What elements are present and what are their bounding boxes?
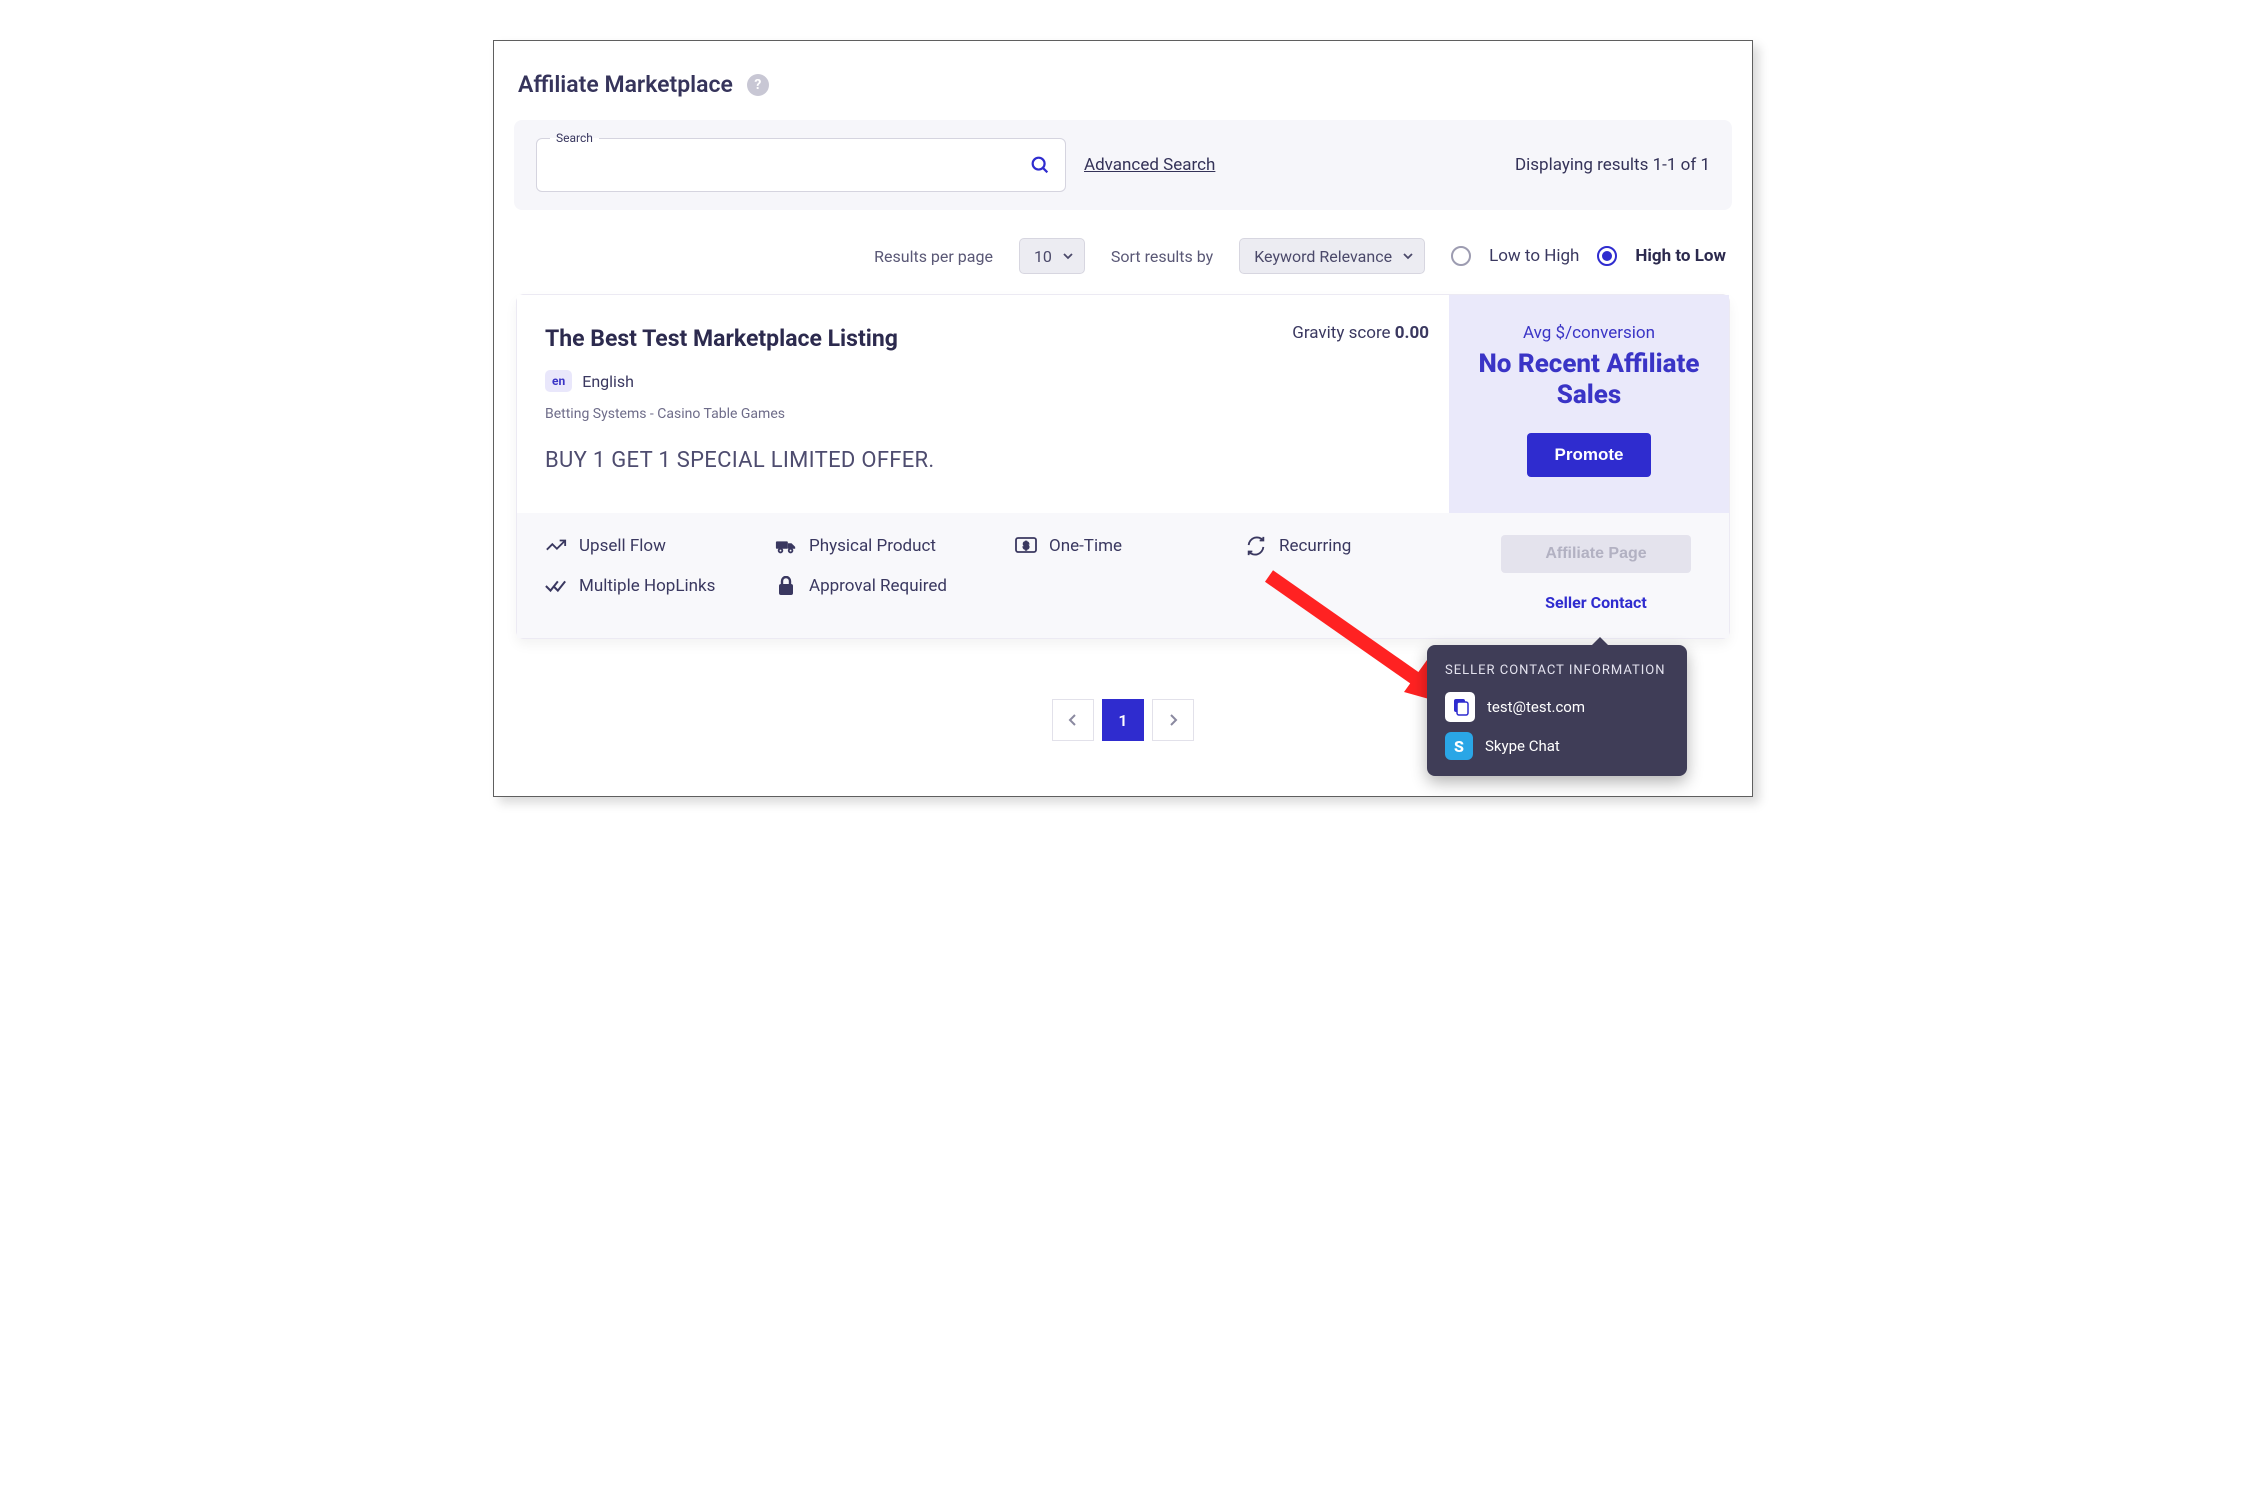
tag-multiple-hoplinks: Multiple HopLinks (545, 575, 775, 597)
controls-row: Results per page 10 Sort results by Keyw… (514, 210, 1732, 294)
trending-up-icon (545, 535, 567, 557)
chevron-right-icon (1168, 714, 1178, 726)
copy-icon[interactable] (1445, 692, 1475, 722)
page-next-button[interactable] (1152, 699, 1194, 741)
tooltip-skype-row[interactable]: S Skype Chat (1445, 732, 1669, 760)
app-frame: Affiliate Marketplace ? Search Advanced … (493, 40, 1753, 797)
help-icon[interactable]: ? (747, 74, 769, 96)
listing-title[interactable]: The Best Test Marketplace Listing (545, 325, 1421, 352)
sort-direction-group: Low to High High to Low (1451, 246, 1726, 266)
no-recent-sales: No Recent Affiliate Sales (1471, 349, 1707, 411)
language-badge: en (545, 370, 572, 392)
listing-card: Gravity score 0.00 The Best Test Marketp… (516, 294, 1730, 639)
svg-text:$: $ (1023, 541, 1029, 552)
listing-actions: Affiliate Page Seller Contact (1491, 535, 1701, 612)
per-page-label: Results per page (874, 247, 993, 266)
sort-select[interactable]: Keyword Relevance (1239, 238, 1425, 274)
chevron-left-icon (1068, 714, 1078, 726)
page-header: Affiliate Marketplace ? (514, 71, 1732, 98)
tooltip-email-row[interactable]: test@test.com (1445, 692, 1669, 722)
tag-approval-required: Approval Required (775, 575, 1015, 597)
tag-upsell-flow: Upsell Flow (545, 535, 775, 557)
search-icon (1029, 154, 1051, 176)
search-input[interactable] (536, 138, 1066, 192)
tooltip-title: SELLER CONTACT INFORMATION (1445, 663, 1669, 678)
advanced-search-link[interactable]: Advanced Search (1084, 155, 1215, 175)
per-page-value: 10 (1034, 247, 1052, 266)
radio-high-label: High to Low (1635, 246, 1726, 266)
listing-side-panel: Avg $/conversion No Recent Affiliate Sal… (1449, 295, 1729, 513)
radio-low-label: Low to High (1489, 246, 1579, 266)
seller-contact-link[interactable]: Seller Contact (1545, 593, 1647, 612)
dollar-icon: $ (1015, 535, 1037, 557)
radio-low-to-high[interactable] (1451, 246, 1471, 266)
language-row: en English (545, 370, 1421, 392)
search-button[interactable] (1026, 151, 1054, 179)
per-page-select[interactable]: 10 (1019, 238, 1085, 274)
seller-contact-tooltip: SELLER CONTACT INFORMATION test@test.com… (1427, 645, 1687, 776)
tag-one-time: $ One-Time (1015, 535, 1245, 557)
truck-icon (775, 535, 797, 557)
offer-text: BUY 1 GET 1 SPECIAL LIMITED OFFER. (545, 448, 1421, 473)
refresh-icon (1245, 535, 1267, 557)
tag-physical-product: Physical Product (775, 535, 1015, 557)
page-title: Affiliate Marketplace (518, 71, 733, 98)
language-name: English (582, 372, 634, 391)
search-bar: Search Advanced Search Displaying result… (514, 120, 1732, 210)
tag-recurring: Recurring (1245, 535, 1445, 557)
lock-icon (775, 575, 797, 597)
skype-icon: S (1445, 732, 1473, 760)
affiliate-page-button: Affiliate Page (1501, 535, 1691, 573)
chevron-down-icon (1402, 250, 1414, 262)
chevron-down-icon (1062, 250, 1074, 262)
page-prev-button[interactable] (1052, 699, 1094, 741)
search-field-wrapper: Search (536, 138, 1066, 192)
results-count: Displaying results 1-1 of 1 (1515, 155, 1710, 175)
sort-value: Keyword Relevance (1254, 247, 1392, 266)
double-check-icon (545, 575, 567, 597)
avg-conversion-label: Avg $/conversion (1471, 323, 1707, 343)
tooltip-skype: Skype Chat (1485, 737, 1560, 755)
listing-footer: Upsell Flow Physical Product $ One-Time (517, 513, 1729, 638)
tags-grid: Upsell Flow Physical Product $ One-Time (545, 535, 1445, 597)
page-1-button[interactable]: 1 (1102, 699, 1144, 741)
gravity-score: Gravity score 0.00 (1292, 323, 1429, 343)
category-text: Betting Systems - Casino Table Games (545, 406, 1421, 422)
radio-high-to-low[interactable] (1597, 246, 1617, 266)
promote-button[interactable]: Promote (1527, 433, 1652, 477)
tooltip-email: test@test.com (1487, 698, 1585, 716)
search-label: Search (550, 131, 599, 145)
sort-label: Sort results by (1111, 247, 1213, 266)
